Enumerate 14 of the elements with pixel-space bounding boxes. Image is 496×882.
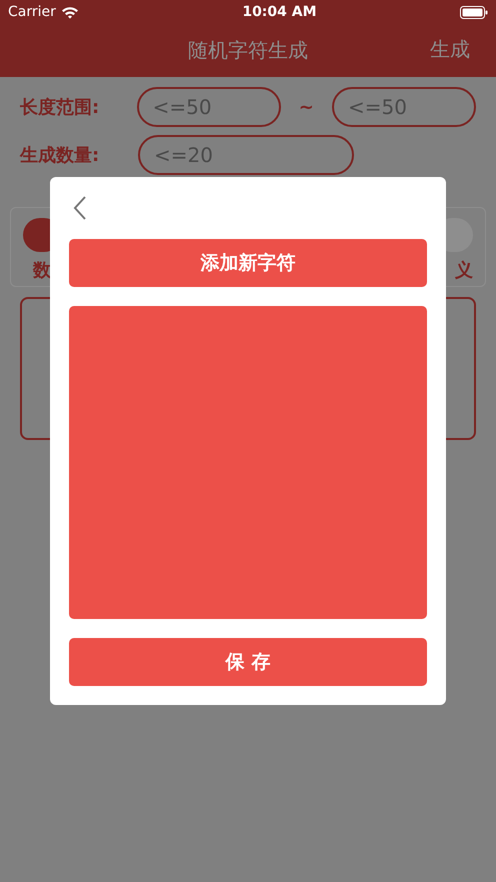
length-range-label: 长度范围: <box>20 96 100 119</box>
battery-icon <box>460 6 488 18</box>
nav-title: 随机字符生成 <box>188 37 308 64</box>
generate-link[interactable]: 生成 <box>430 36 470 63</box>
char-type-label: 义 <box>455 259 473 282</box>
wifi-icon <box>60 6 79 18</box>
back-icon[interactable] <box>73 195 87 221</box>
char-type-label: 数 <box>33 259 51 282</box>
save-button[interactable]: 保 存 <box>69 638 427 686</box>
carrier-label: Carrier <box>8 4 56 20</box>
add-char-button[interactable]: 添加新字符 <box>69 239 427 287</box>
status-time: 10:04 AM <box>242 4 317 20</box>
count-label: 生成数量: <box>20 144 100 167</box>
range-separator: ~ <box>298 96 315 118</box>
